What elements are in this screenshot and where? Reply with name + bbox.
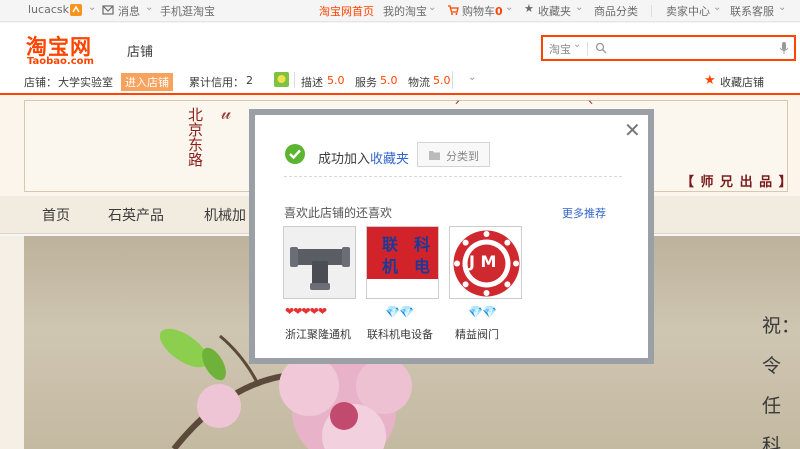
shop-info-bar: 店铺： 大学实验室 进入店铺 累计信用： 2 描述 5.0 服务 5.0 物流 …: [0, 71, 800, 93]
classify-button[interactable]: 分类到: [417, 142, 490, 167]
page-left-margin: [0, 236, 24, 449]
message-icon[interactable]: [102, 4, 114, 17]
favorites-chevron-icon[interactable]: ⌄: [575, 2, 583, 13]
service-score: 5.0: [380, 74, 398, 87]
shop-info-divider: [294, 72, 295, 88]
shop-1-rating-hearts-icon: ❤❤❤❤❤: [285, 305, 327, 318]
mobile-taobao-link[interactable]: 手机逛淘宝: [160, 3, 215, 19]
banner-vertical-text: 北京东路: [186, 107, 204, 167]
search-box[interactable]: 淘宝 ⌄: [541, 35, 796, 61]
thumb-2-footer: [367, 279, 438, 298]
desc-score-label: 描述: [301, 76, 323, 89]
favorite-success-dialog: ✕ 成功加入收藏夹 分类到 喜欢此店铺的还喜欢 更多推荐 ❤❤❤❤❤ 浙江聚隆通…: [249, 109, 654, 364]
shop-2-rating-diamonds-icon: 💎💎: [385, 305, 414, 319]
search-category-selector[interactable]: 淘宝: [549, 41, 571, 57]
banner-master-tag: 【 师 兄 出 品 】: [681, 175, 793, 190]
search-divider: [587, 42, 588, 56]
classify-button-label: 分类到: [446, 150, 479, 163]
voice-search-mic-icon[interactable]: [779, 41, 789, 55]
shop-label: 店铺: [127, 45, 154, 60]
success-message: 成功加入收藏夹: [318, 148, 409, 167]
messages-link[interactable]: 消息: [118, 3, 140, 19]
recommended-shop-name-1[interactable]: 浙江聚隆通机: [285, 326, 351, 342]
success-text: 成功加入: [318, 152, 371, 167]
categories-link[interactable]: 商品分类: [594, 3, 638, 19]
nav-item-home[interactable]: 首页: [42, 205, 70, 225]
more-recommendations-link[interactable]: 更多推荐: [562, 205, 606, 221]
nav-item-quartz-products[interactable]: 石英产品: [108, 205, 164, 225]
credit-value: 2: [246, 74, 253, 87]
dialog-body: ✕ 成功加入收藏夹 分类到 喜欢此店铺的还喜欢 更多推荐 ❤❤❤❤❤ 浙江聚隆通…: [255, 115, 648, 358]
favorites-link[interactable]: 收藏夹: [538, 3, 571, 19]
shop-info-expand-chevron-icon[interactable]: ⌄: [468, 72, 476, 83]
cart-link[interactable]: 购物车0: [462, 3, 503, 19]
close-dialog-button[interactable]: ✕: [624, 120, 641, 140]
recommended-shop-name-3[interactable]: 精益阀门: [455, 326, 499, 342]
logistics-score: 5.0: [433, 74, 451, 87]
seller-center-chevron-icon[interactable]: ⌄: [713, 2, 721, 13]
top-bar-divider: [651, 5, 652, 17]
contact-chevron-icon[interactable]: ⌄: [778, 2, 786, 13]
search-icon: [595, 42, 607, 54]
favorite-shop-button[interactable]: 收藏店铺: [720, 74, 764, 90]
thumb-3-letters: J M: [469, 252, 497, 271]
shop-3-rating-diamonds-icon: 💎💎: [468, 305, 497, 319]
cart-icon[interactable]: [447, 4, 459, 17]
desc-score: 5.0: [327, 74, 345, 87]
cart-count: 0: [495, 5, 503, 18]
cart-chevron-icon[interactable]: ⌄: [505, 2, 513, 13]
enter-shop-button[interactable]: 进入店铺: [121, 73, 173, 91]
success-check-icon: [285, 144, 305, 164]
header: 淘宝网 Taobao.com 店铺 淘宝 ⌄ 店铺： 大学实验室 进入店铺 累计…: [0, 23, 800, 95]
shop-info-divider-2: [452, 71, 453, 89]
photo-calligraphy: 祝：令任科: [762, 315, 800, 449]
dialog-divider: [284, 176, 622, 177]
logistics-score-label: 物流: [408, 76, 430, 89]
shop-name-link[interactable]: 大学实验室: [58, 74, 113, 90]
seller-center-link[interactable]: 卖家中心: [666, 3, 710, 19]
credit-label: 累计信用：: [189, 76, 244, 89]
thumb-2-line-2: 机 电: [382, 257, 431, 276]
cart-label: 购物车: [462, 5, 495, 18]
nav-item-machining[interactable]: 机械加: [204, 205, 246, 225]
recommended-shop-thumb-3[interactable]: J M: [449, 226, 522, 299]
my-taobao-chevron-icon[interactable]: ⌄: [428, 2, 436, 13]
username-link[interactable]: lucacsk: [28, 3, 69, 16]
recommended-shop-thumb-2[interactable]: 联 科 机 电: [366, 226, 439, 299]
thumb-2-line-1: 联 科: [382, 235, 431, 254]
credit-heart-icon: [274, 72, 289, 90]
pipe-fitting-image: [284, 227, 355, 298]
taobao-member-icon[interactable]: [70, 4, 82, 17]
recommended-shop-name-2[interactable]: 联科机电设备: [367, 326, 433, 342]
messages-dropdown-chevron-icon[interactable]: ⌄: [145, 2, 153, 13]
taobao-home-link[interactable]: 淘宝网首页: [319, 3, 374, 19]
search-category-chevron-icon[interactable]: ⌄: [573, 39, 581, 50]
top-bar: lucacsk ⌄ 消息 ⌄ 手机逛淘宝 淘宝网首页 我的淘宝 ⌄ 购物车0 ⌄…: [0, 0, 800, 22]
banner-calligraphy-decoration: 𝓊: [221, 103, 232, 124]
contact-service-link[interactable]: 联系客服: [730, 3, 774, 19]
my-taobao-link[interactable]: 我的淘宝: [383, 3, 427, 19]
user-dropdown-chevron-icon[interactable]: ⌄: [88, 2, 96, 13]
favorite-star-icon[interactable]: ★: [704, 73, 716, 88]
service-score-label: 服务: [355, 76, 377, 89]
star-icon[interactable]: ★: [524, 2, 534, 15]
recommended-shop-thumb-1[interactable]: [283, 226, 356, 299]
taobao-logo-subtitle: Taobao.com: [27, 56, 94, 67]
folder-icon: [429, 151, 440, 160]
also-like-heading: 喜欢此店铺的还喜欢: [284, 206, 393, 220]
favorites-link[interactable]: 收藏夹: [370, 152, 409, 167]
shop-name-label: 店铺：: [24, 76, 57, 89]
